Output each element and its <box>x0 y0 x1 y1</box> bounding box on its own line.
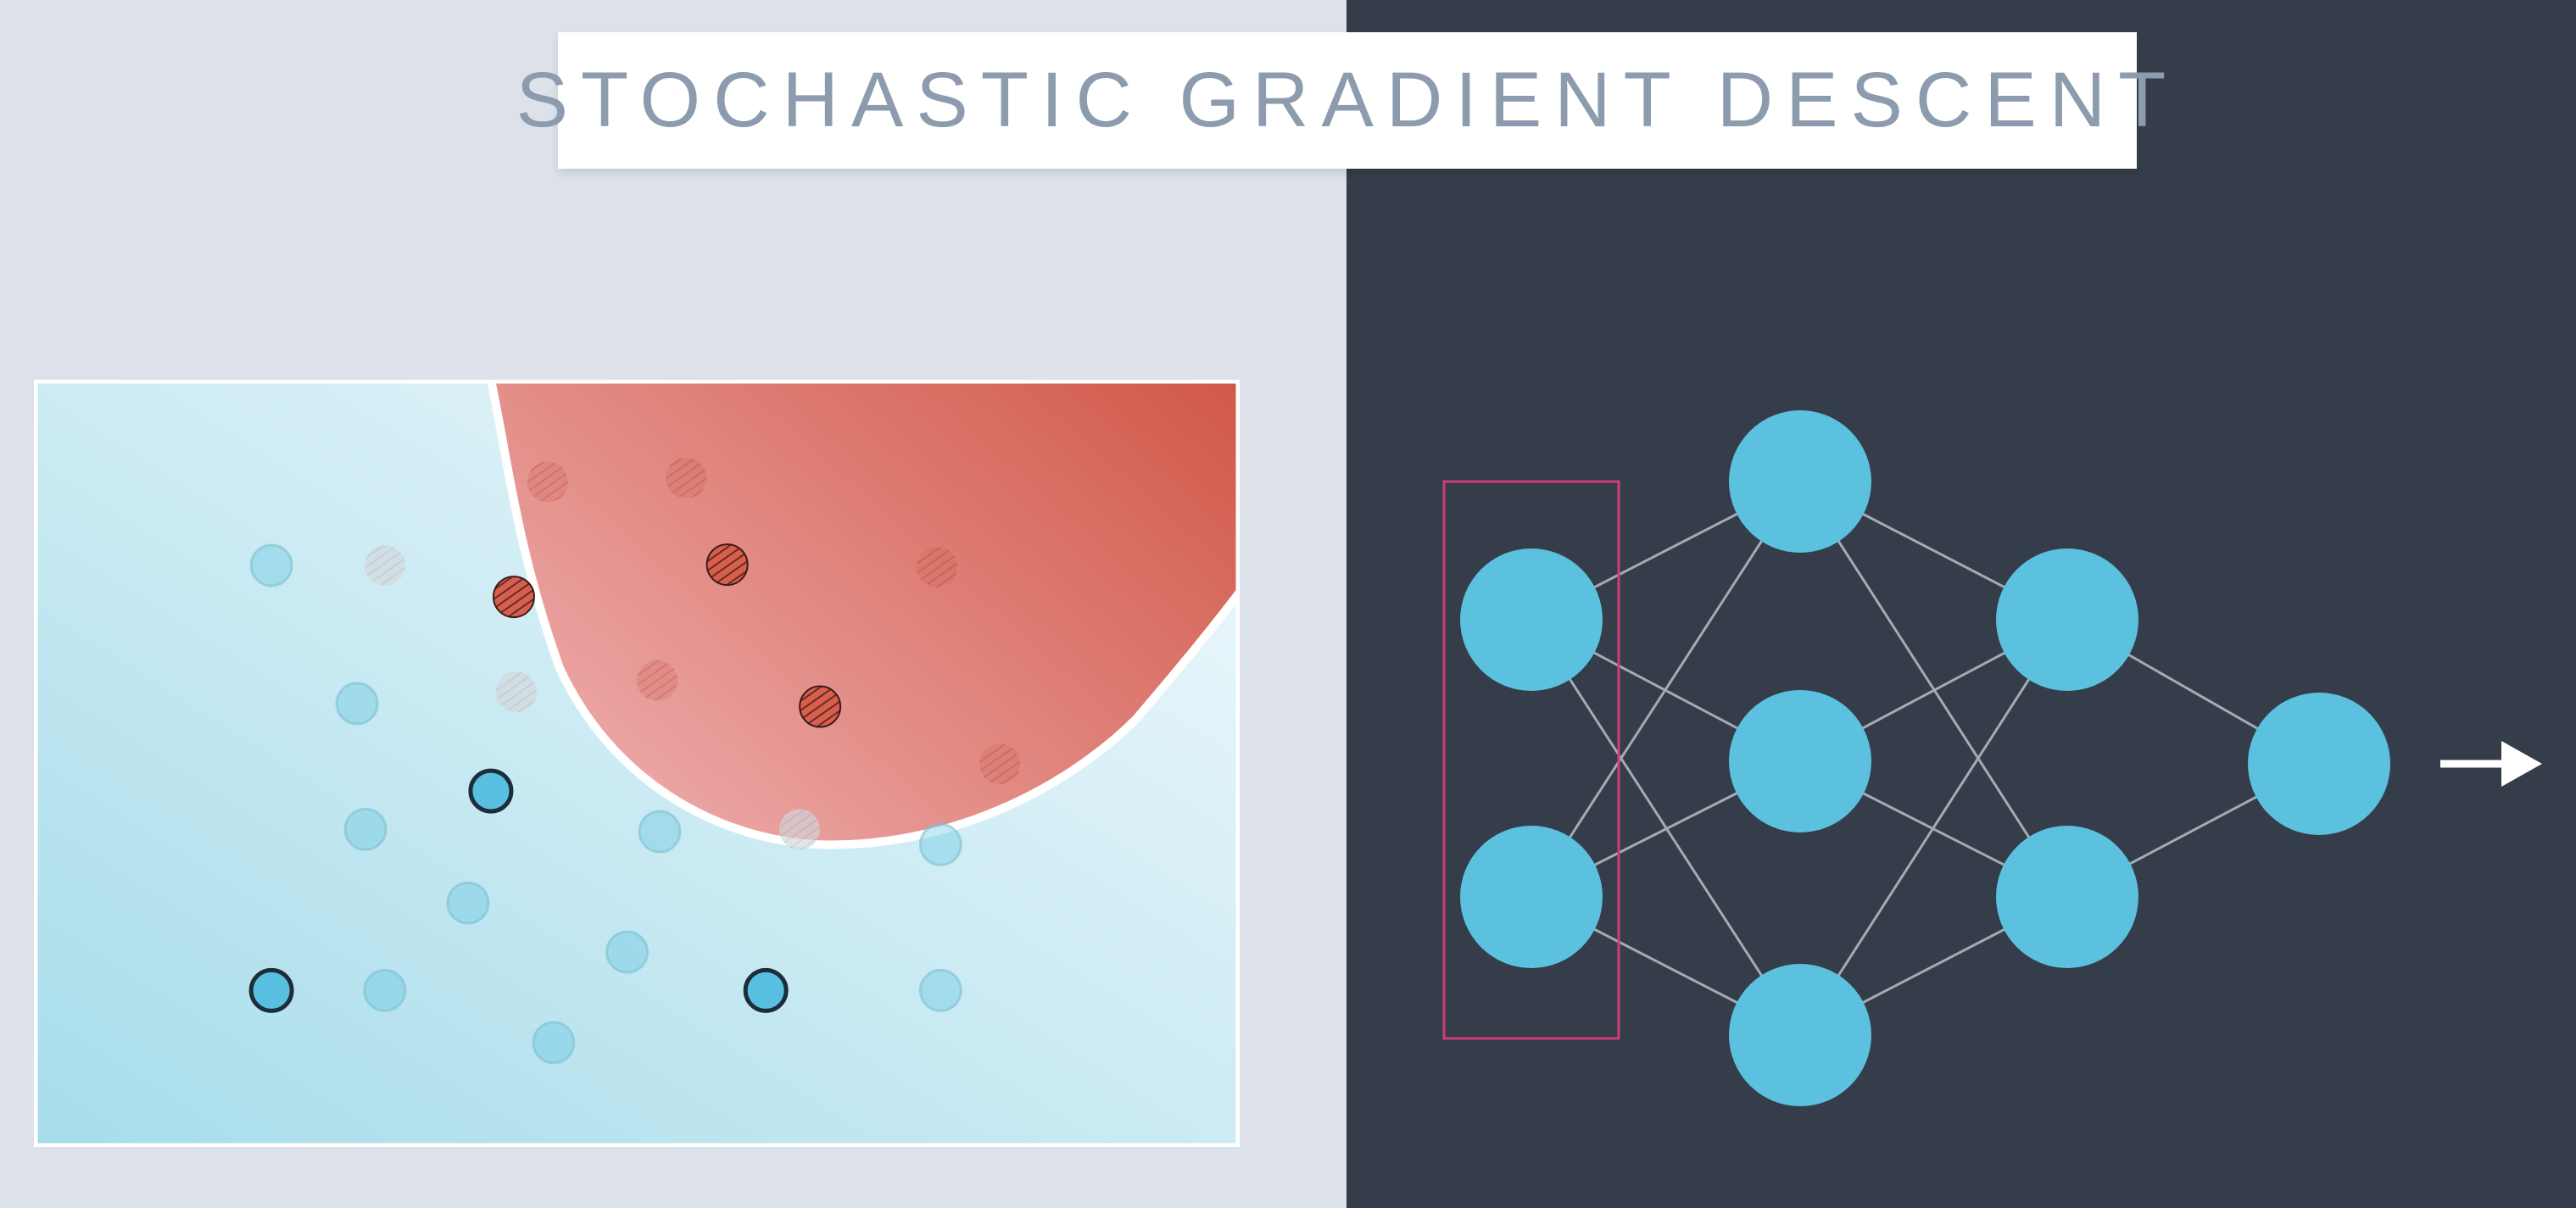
data-point-gray-faded <box>495 671 537 713</box>
output-arrow-icon <box>2440 741 2542 787</box>
data-point-gray-faded <box>778 809 820 850</box>
node-h1a <box>1729 410 1871 553</box>
neural-network-diagram <box>1442 410 2542 1106</box>
node-h1b <box>1729 690 1871 832</box>
data-point-blue-faded <box>918 968 962 1012</box>
data-point-blue-faded <box>605 930 650 974</box>
data-point-red-active <box>799 685 842 728</box>
data-point-blue-faded <box>446 881 490 925</box>
data-point-red-faded <box>527 461 568 503</box>
node-in1 <box>1460 548 1603 691</box>
network-edges <box>1530 480 2320 1037</box>
edge-h1c-h2a <box>1798 619 2069 1036</box>
data-point-red-active <box>492 576 535 619</box>
data-point-red-faded <box>979 743 1021 785</box>
data-point-red-faded <box>637 660 678 701</box>
node-in2 <box>1460 826 1603 968</box>
data-point-blue-faded <box>638 810 682 854</box>
data-point-blue-faded <box>363 968 407 1012</box>
data-point-gray-faded <box>364 545 405 587</box>
classification-plot <box>34 380 1240 1147</box>
edge-in1-h1c <box>1530 619 1802 1036</box>
data-point-blue-faded <box>532 1021 576 1065</box>
node-h1c <box>1729 964 1871 1106</box>
data-point-blue-faded <box>918 822 962 866</box>
data-point-blue-faded <box>249 543 293 587</box>
data-point-red-faded <box>666 457 707 498</box>
node-h2b <box>1996 826 2138 968</box>
data-point-red-faded <box>917 546 958 587</box>
data-point-blue-active <box>743 967 789 1013</box>
data-point-blue-active <box>248 967 294 1013</box>
data-point-blue-faded <box>335 682 379 726</box>
edge-in2-h1a <box>1530 481 1802 898</box>
network-nodes <box>1460 410 2390 1106</box>
node-out <box>2248 693 2390 835</box>
data-point-red-active <box>705 543 749 587</box>
data-point-blue-active <box>468 768 514 814</box>
data-point-blue-faded <box>343 807 388 851</box>
node-h2a <box>1996 548 2138 691</box>
